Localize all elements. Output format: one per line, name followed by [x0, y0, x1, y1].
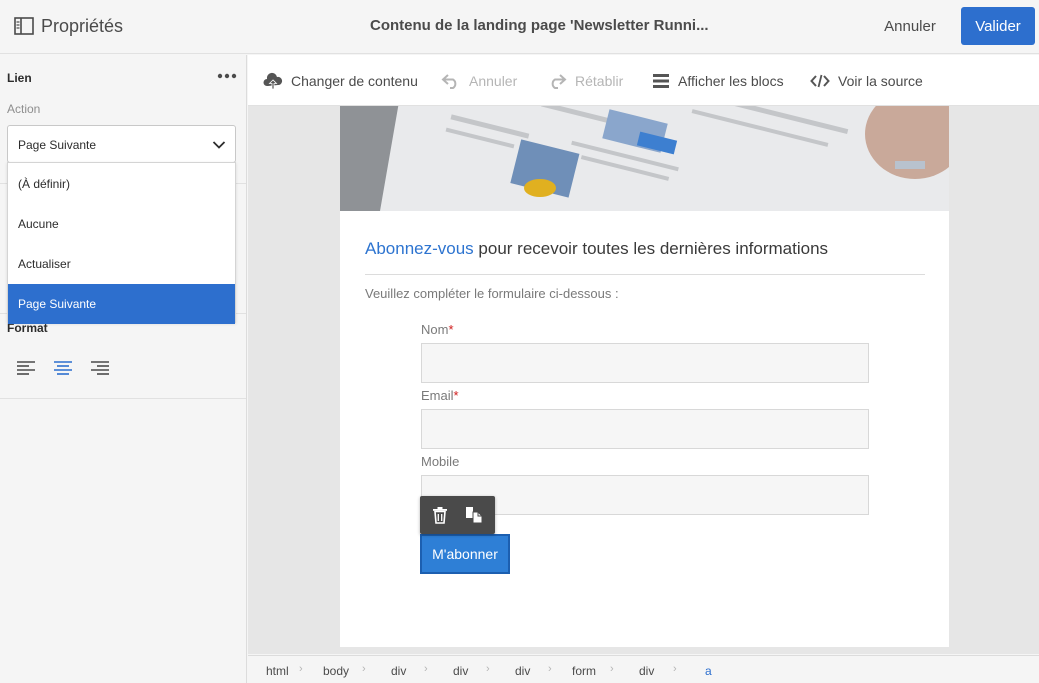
document-title: Contenu de la landing page 'Newsletter R… — [370, 17, 709, 34]
cloud-upload-icon — [263, 72, 283, 90]
breadcrumb-div[interactable]: div — [515, 664, 530, 678]
redo-icon — [551, 74, 567, 89]
chevron-right-icon: › — [610, 663, 614, 675]
breadcrumb: html › body › div › div › div › form › d… — [248, 655, 1039, 683]
editor-canvas: Abonnez-vous pour recevoir toutes les de… — [248, 106, 1039, 654]
breadcrumb-form[interactable]: form — [572, 664, 596, 678]
action-option-next-page[interactable]: Page Suivante — [8, 284, 235, 324]
cancel-button[interactable]: Annuler — [870, 18, 950, 35]
breadcrumb-div[interactable]: div — [639, 664, 654, 678]
name-field[interactable] — [421, 343, 869, 383]
action-option-refresh[interactable]: Actualiser — [8, 244, 235, 284]
form-instructions: Veuillez compléter le formulaire ci-dess… — [365, 286, 619, 301]
action-label: Action — [7, 102, 41, 116]
change-content-button[interactable]: Changer de contenu — [263, 71, 418, 91]
chevron-right-icon: › — [424, 663, 428, 675]
top-bar: Propriétés Contenu de la landing page 'N… — [0, 0, 1039, 54]
required-mark: * — [448, 322, 454, 337]
chevron-right-icon: › — [548, 663, 552, 675]
validate-button[interactable]: Valider — [961, 7, 1035, 45]
subscribe-button[interactable]: M'abonner — [420, 534, 510, 574]
action-select[interactable]: Page Suivante — [7, 125, 236, 163]
show-blocks-button[interactable]: Afficher les blocs — [652, 71, 784, 91]
undo-icon — [441, 74, 457, 89]
show-blocks-label: Afficher les blocs — [678, 73, 784, 89]
blocks-icon — [653, 74, 669, 88]
code-icon — [810, 74, 830, 88]
action-option-none[interactable]: Aucune — [8, 204, 235, 244]
email-field[interactable] — [421, 409, 869, 449]
panel-toggle-icon[interactable] — [14, 17, 34, 35]
view-source-button[interactable]: Voir la source — [810, 71, 923, 91]
redo-button[interactable]: Rétablir — [547, 71, 623, 91]
mobile-field-label: Mobile — [421, 454, 460, 469]
change-content-label: Changer de contenu — [291, 73, 418, 89]
properties-panel: Lien Action Page Suivante (À définir) Au… — [0, 55, 247, 683]
chevron-right-icon: › — [673, 663, 677, 675]
name-field-label: Nom* — [421, 322, 454, 337]
subscribe-link[interactable]: Abonnez-vous — [365, 239, 474, 258]
email-field-label: Email* — [421, 388, 459, 403]
align-left-icon[interactable] — [16, 360, 36, 376]
headline: Abonnez-vous pour recevoir toutes les de… — [365, 239, 828, 259]
required-mark: * — [453, 388, 459, 403]
block-mini-toolbar — [420, 496, 495, 534]
chevron-right-icon: › — [486, 663, 490, 675]
breadcrumb-a[interactable]: a — [705, 664, 712, 678]
view-source-label: Voir la source — [838, 73, 923, 89]
align-center-icon[interactable] — [53, 360, 73, 376]
duplicate-icon[interactable] — [465, 506, 483, 524]
headline-text: pour recevoir toutes les dernières infor… — [473, 239, 829, 258]
align-right-icon[interactable] — [90, 360, 110, 376]
divider — [365, 274, 925, 275]
divider — [0, 398, 246, 399]
chevron-right-icon: › — [299, 663, 303, 675]
redo-label: Rétablir — [575, 73, 624, 89]
action-option-undefined[interactable]: (À définir) — [8, 164, 235, 204]
properties-panel-title: Propriétés — [41, 16, 124, 36]
action-dropdown-menu: (À définir) Aucune Actualiser Page Suiva… — [7, 162, 236, 324]
breadcrumb-body[interactable]: body — [323, 664, 349, 678]
chevron-right-icon: › — [362, 663, 366, 675]
breadcrumb-html[interactable]: html — [266, 664, 289, 678]
undo-button[interactable]: Annuler — [441, 71, 517, 91]
action-select-value: Page Suivante — [18, 138, 97, 152]
undo-label: Annuler — [469, 73, 518, 89]
editor-toolbar: Changer de contenu Annuler Rétablir Affi… — [248, 55, 1039, 106]
landing-page-preview: Abonnez-vous pour recevoir toutes les de… — [340, 106, 949, 647]
hero-image — [340, 106, 949, 211]
chevron-down-icon — [212, 138, 226, 150]
trash-icon[interactable] — [432, 506, 448, 524]
breadcrumb-div[interactable]: div — [453, 664, 468, 678]
more-options-icon[interactable] — [217, 68, 237, 79]
section-title-link: Lien — [7, 71, 32, 85]
breadcrumb-div[interactable]: div — [391, 664, 406, 678]
